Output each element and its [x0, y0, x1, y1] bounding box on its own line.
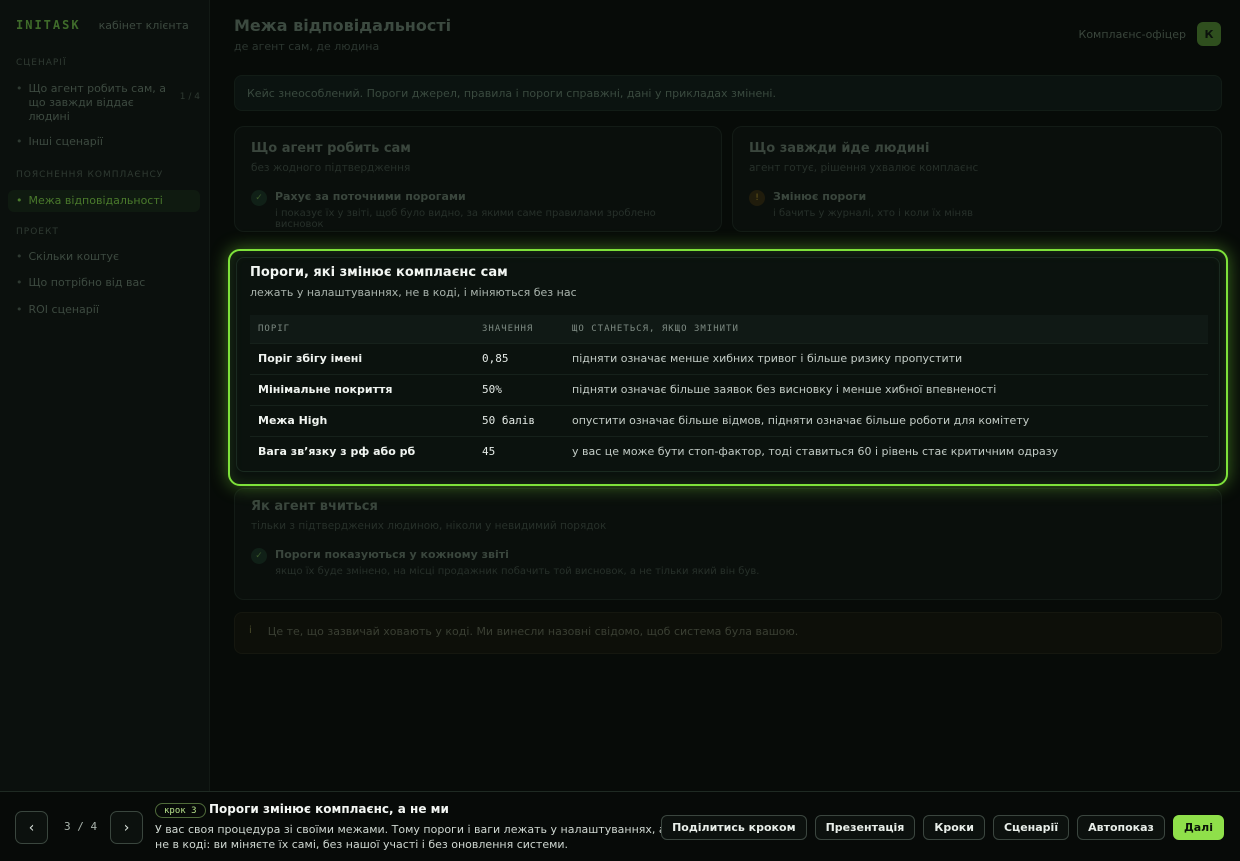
table-header-row: ПОРІГ ЗНАЧЕННЯ ЩО СТАНЕТЬСЯ, ЯКЩО ЗМІНИТ…	[250, 315, 1208, 343]
card-item-desc: якщо їх буде змінено, на місці продажник…	[275, 566, 760, 577]
autoplay-button[interactable]: Автопоказ	[1077, 815, 1165, 840]
step-counter: 3 / 4	[64, 820, 98, 833]
prev-step-button[interactable]: ‹	[15, 811, 48, 844]
avatar[interactable]: К	[1197, 22, 1221, 46]
card-agent-does: Що агент робить сам без жодного підтверд…	[234, 126, 722, 232]
step-description: У вас своя процедура зі своїми межами. Т…	[155, 823, 666, 851]
card-agent-learns: Як агент вчиться тільки з підтверджених …	[234, 488, 1222, 600]
check-icon: ✓	[251, 190, 267, 206]
next-button[interactable]: Далі	[1172, 815, 1224, 840]
sidebar-item-responsibility[interactable]: • Межа відповідальності	[8, 190, 200, 212]
sidebar-item-label: Скільки коштує	[28, 250, 120, 263]
bullet-icon: •	[16, 82, 23, 95]
sidebar-item-roi[interactable]: • ROI сценарії	[16, 303, 200, 317]
card-item: ✓ Рахує за поточними порогами і показує …	[251, 190, 705, 230]
column-header-value: ЗНАЧЕННЯ	[474, 315, 564, 343]
sidebar-item-label: Що агент робить сам, а що завжди віддає …	[28, 82, 167, 123]
threshold-name: Поріг збігу імені	[250, 342, 474, 374]
sidebar-section-project: ПРОЕКТ	[16, 227, 59, 237]
threshold-name: Вага зв’язку з рф або рб	[250, 435, 474, 467]
card-human-does: Що завжди йде людині агент готує, рішенн…	[732, 126, 1222, 232]
sidebar-item-label: Межа відповідальності	[28, 194, 163, 207]
steps-button[interactable]: Кроки	[923, 815, 985, 840]
footnote-text: Це те, що зазвичай ховають у коді. Ми ви…	[267, 625, 799, 638]
threshold-effect: у вас це може бути стоп-фактор, тоді ста…	[564, 435, 1208, 467]
card-item: ! Змінює пороги і бачить у журналі, хто …	[749, 190, 1205, 219]
user-role: Комплаєнс-офіцер	[1078, 28, 1186, 41]
scenarios-button[interactable]: Сценарії	[992, 815, 1070, 840]
card-item-desc: і бачить у журналі, хто і коли їх міняв	[773, 208, 973, 219]
card-subtitle: тільки з підтверджених людиною, ніколи у…	[251, 520, 607, 532]
card-item-title: Рахує за поточними порогами	[275, 190, 466, 203]
chevron-left-icon: ‹	[28, 819, 35, 836]
threshold-name: Мінімальне покриття	[250, 373, 474, 405]
threshold-name: Межа High	[250, 404, 474, 436]
card-title: Що завжди йде людині	[749, 141, 930, 156]
sidebar-section-compliance: ПОЯСНЕННЯ КОМПЛАЄНСУ	[16, 170, 164, 180]
card-title: Що агент робить сам	[251, 141, 411, 156]
tour-actions: Поділитись кроком Презентація Кроки Сцен…	[661, 815, 1224, 840]
warning-icon: !	[749, 190, 765, 206]
share-step-button[interactable]: Поділитись кроком	[661, 815, 807, 840]
threshold-value: 50 балів	[474, 404, 564, 436]
threshold-effect: опустити означає більше відмов, підняти …	[564, 404, 1208, 436]
check-icon: ✓	[251, 548, 267, 564]
table-row: Межа High 50 балів опустити означає біль…	[250, 404, 1208, 436]
card-item-title: Пороги показуються у кожному звіті	[275, 548, 509, 561]
threshold-value: 50%	[474, 373, 564, 405]
brand-logo: INITASK	[16, 18, 81, 32]
sidebar-item-other-scenarios[interactable]: • Інші сценарії	[16, 135, 200, 149]
card-item: ✓ Пороги показуються у кожному звіті якщ…	[251, 548, 1205, 577]
sidebar-item-label: Інші сценарії	[28, 135, 103, 148]
threshold-value: 0,85	[474, 342, 564, 374]
sidebar: INITASK кабінет клієнта СЦЕНАРІЇ • Що аг…	[0, 0, 210, 791]
sidebar-item-label: ROI сценарії	[28, 303, 99, 316]
sidebar-item-label: Що потрібно від вас	[28, 276, 146, 289]
sidebar-item-tag: 1 / 4	[179, 92, 200, 102]
bullet-icon: •	[16, 250, 23, 263]
column-header-threshold: ПОРІГ	[250, 315, 474, 343]
brand: INITASK кабінет клієнта	[16, 18, 189, 32]
threshold-value: 45	[474, 435, 564, 467]
step-badge: крок 3	[155, 803, 206, 818]
column-header-effect: ЩО СТАНЕТЬСЯ, ЯКЩО ЗМІНИТИ	[564, 315, 1208, 343]
brand-subtitle: кабінет клієнта	[98, 19, 189, 32]
bullet-icon: •	[16, 303, 23, 316]
footnote: i Це те, що зазвичай ховають у коді. Ми …	[234, 612, 1222, 654]
table-row: Вага зв’язку з рф або рб 45 у вас це мож…	[250, 435, 1208, 467]
page-subtitle: де агент сам, де людина	[234, 40, 380, 53]
table-row: Мінімальне покриття 50% підняти означає …	[250, 373, 1208, 405]
table-row: Поріг збігу імені 0,85 підняти означає м…	[250, 342, 1208, 374]
info-icon: i	[249, 625, 252, 636]
sidebar-section-scenarios: СЦЕНАРІЇ	[16, 58, 67, 68]
anonymized-note: Кейс знеособлений. Пороги джерел, правил…	[234, 75, 1222, 111]
step-title: Пороги змінює комплаєнс, а не ми	[209, 802, 449, 816]
page-title: Межа відповідальності	[234, 16, 452, 35]
thresholds-panel: Пороги, які змінює комплаєнс сам лежать …	[228, 249, 1228, 486]
panel-title: Пороги, які змінює комплаєнс сам	[250, 265, 508, 280]
bullet-icon: •	[16, 276, 23, 289]
card-item-title: Змінює пороги	[773, 190, 867, 203]
threshold-effect: підняти означає менше хибних тривог і бі…	[564, 342, 1208, 374]
chevron-right-icon: ›	[123, 819, 130, 836]
tour-bar: ‹ 3 / 4 › крок 3 Пороги змінює комплаєнс…	[0, 791, 1240, 861]
card-subtitle: без жодного підтвердження	[251, 162, 411, 174]
sidebar-item-agent-vs-human[interactable]: • Що агент робить сам, а що завжди відда…	[16, 82, 200, 124]
card-subtitle: агент готує, рішення ухвалює комплаєнс	[749, 162, 979, 174]
card-title: Як агент вчиться	[251, 499, 378, 514]
bullet-icon: •	[16, 194, 23, 207]
panel-subtitle: лежать у налаштуваннях, не в коді, і мін…	[250, 286, 577, 299]
sidebar-item-requirements[interactable]: • Що потрібно від вас	[16, 276, 200, 290]
thresholds-table: ПОРІГ ЗНАЧЕННЯ ЩО СТАНЕТЬСЯ, ЯКЩО ЗМІНИТ…	[250, 315, 1208, 467]
presentation-button[interactable]: Презентація	[814, 815, 916, 840]
next-step-arrow-button[interactable]: ›	[110, 811, 143, 844]
threshold-effect: підняти означає більше заявок без виснов…	[564, 373, 1208, 405]
bullet-icon: •	[16, 135, 23, 148]
card-item-desc: і показує їх у звіті, щоб було видно, за…	[275, 208, 656, 230]
sidebar-item-cost[interactable]: • Скільки коштує	[16, 250, 200, 264]
